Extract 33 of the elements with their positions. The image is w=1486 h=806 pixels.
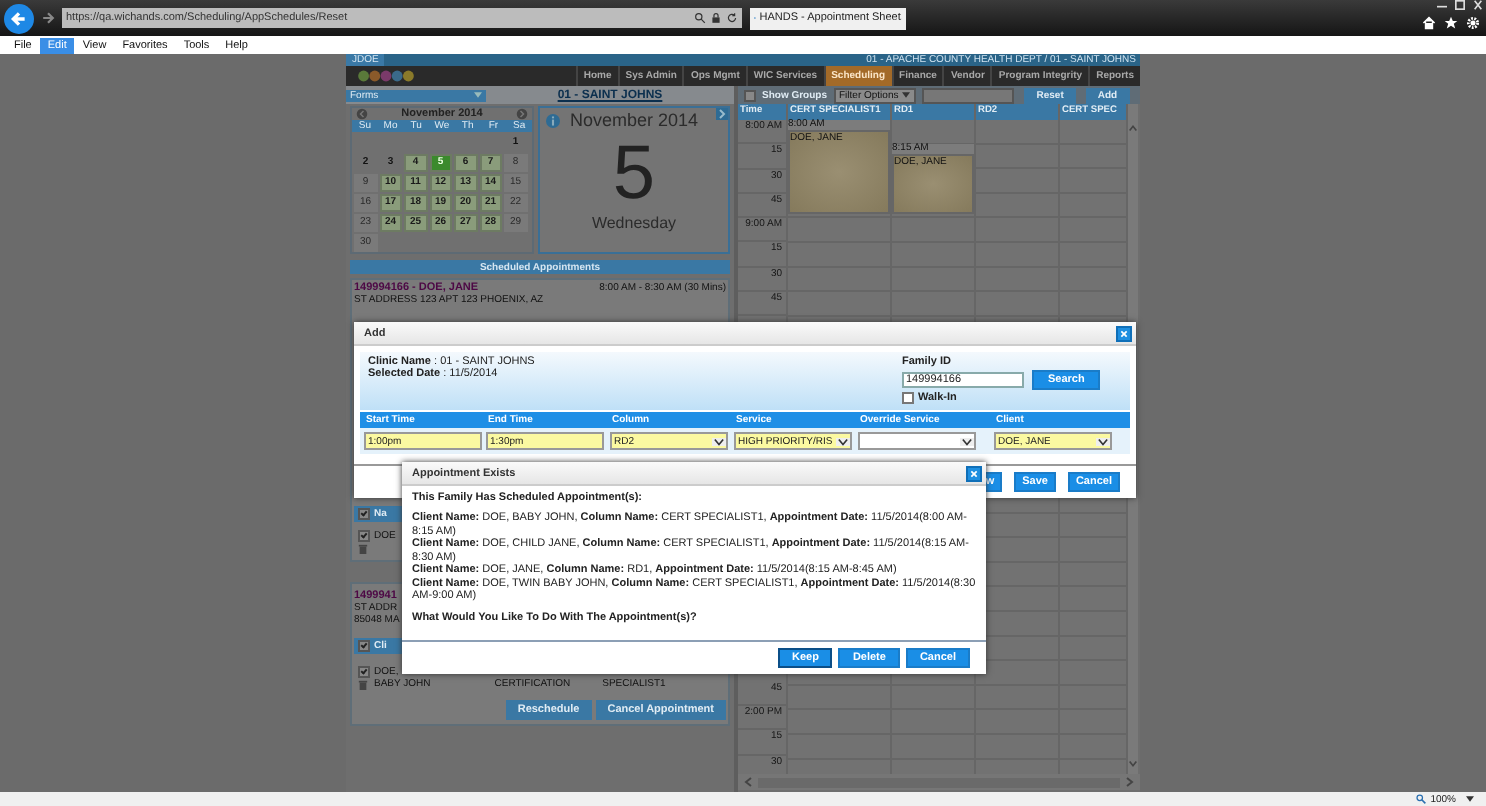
star-icon[interactable] [1444, 16, 1458, 30]
home-icon[interactable] [1422, 16, 1436, 30]
settings-icon[interactable] [1466, 16, 1480, 30]
checkbox[interactable] [744, 89, 756, 101]
checkbox[interactable] [358, 666, 370, 678]
day-number: 5 [612, 134, 656, 214]
caret-icon [960, 437, 974, 445]
checkbox[interactable] [902, 392, 914, 404]
checkbox[interactable] [358, 640, 370, 652]
day-month: November 2014 [569, 110, 699, 130]
back-button[interactable] [4, 3, 34, 33]
close-button[interactable] [966, 465, 982, 481]
close-button[interactable] [1116, 325, 1132, 341]
maximize-icon[interactable] [1452, 0, 1468, 10]
caret-icon [836, 437, 850, 445]
checkbox[interactable] [358, 530, 370, 542]
forward-arrow-icon[interactable] [40, 10, 56, 26]
refresh-icon[interactable] [726, 12, 738, 24]
minimize-icon[interactable] [1434, 0, 1450, 10]
caret-icon [1096, 437, 1110, 445]
lock-icon[interactable] [710, 12, 722, 24]
caret-icon [902, 92, 911, 98]
caret-icon[interactable] [1466, 796, 1474, 802]
expand-arrow-icon[interactable] [716, 108, 728, 120]
weekday-name: Wednesday [591, 214, 677, 232]
caret-icon [474, 92, 482, 98]
zoom-icon[interactable] [1416, 794, 1427, 804]
filter-field[interactable] [922, 87, 1015, 103]
select-field[interactable] [858, 432, 976, 450]
search-icon[interactable] [694, 12, 706, 24]
logo-drawing [354, 68, 418, 84]
checkbox[interactable] [358, 508, 370, 520]
caret-icon [712, 437, 726, 445]
